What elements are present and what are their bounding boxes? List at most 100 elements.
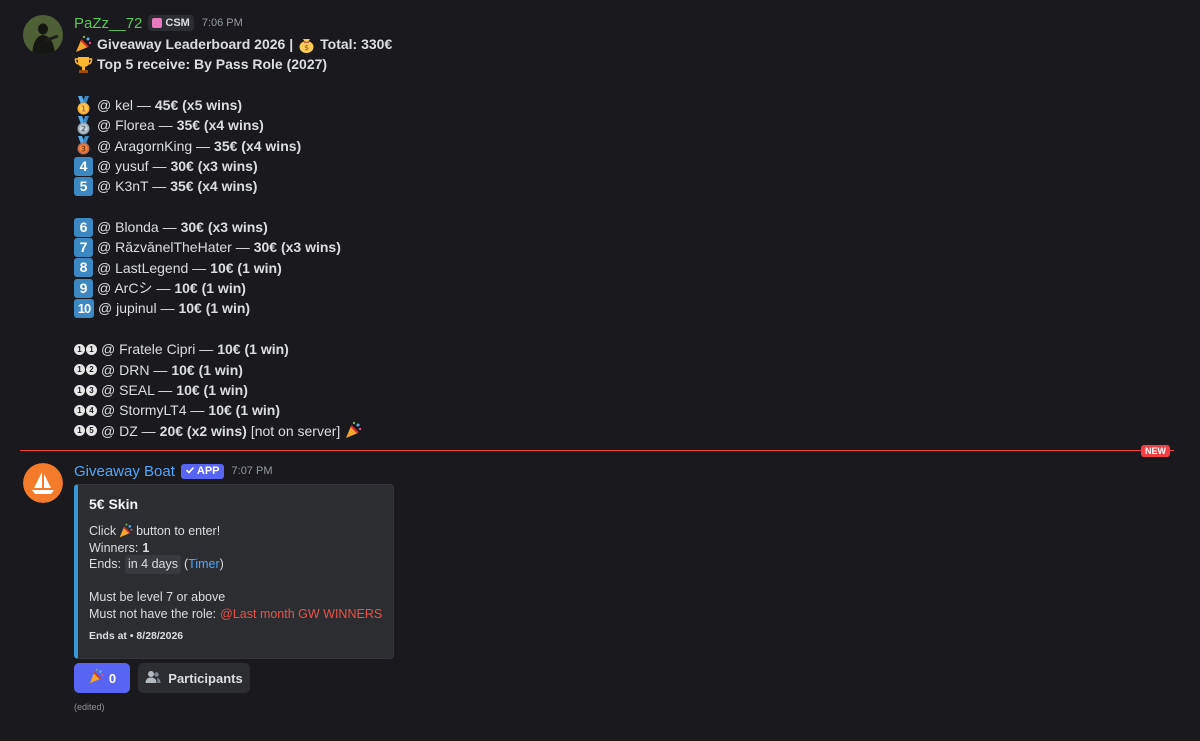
enter-giveaway-button[interactable]: 0 bbox=[74, 663, 130, 693]
username[interactable]: Giveaway Boat bbox=[74, 463, 175, 480]
circled-number-icon: 11 bbox=[74, 343, 97, 355]
paren-close: ) bbox=[219, 557, 224, 571]
list-item: 11 @ Fratele Cipri — 10€ (1 win) bbox=[74, 339, 1180, 359]
entry-name: @ yusuf — bbox=[97, 158, 167, 175]
click-text-suffix: button to enter! bbox=[136, 524, 221, 538]
keycap-icon: 6 bbox=[74, 217, 93, 237]
list-item: 7 @ RăzvănelTheHater — 30€ (x3 wins) bbox=[74, 237, 1180, 258]
ends-label: Ends: bbox=[89, 557, 121, 571]
entry-prize: 35€ (x4 wins) bbox=[214, 137, 302, 154]
entry-prize: 10€ (1 win) bbox=[174, 280, 246, 297]
total-amount: Total: 330€ bbox=[320, 36, 393, 52]
entry-name: @ Fratele Cipri — bbox=[101, 341, 214, 358]
username[interactable]: PaZz__72 bbox=[74, 15, 142, 32]
entry-name: @ Blonda — bbox=[97, 219, 177, 236]
app-tag-label: APP bbox=[196, 465, 220, 477]
silver-medal-icon: 2 bbox=[74, 116, 93, 135]
list-item: 14 @ StormyLT4 — 10€ (1 win) bbox=[74, 400, 1180, 420]
keycap-icon: 4 bbox=[74, 156, 93, 176]
list-item: 15 @ DZ — 20€ (x2 wins) [not on server] bbox=[74, 421, 1180, 441]
svg-text:2: 2 bbox=[81, 124, 86, 133]
circled-number-icon: 14 bbox=[74, 404, 97, 416]
timer-link[interactable]: Timer bbox=[188, 556, 219, 573]
entry-name: @ jupinul — bbox=[98, 300, 175, 317]
entry-name: @ DZ — bbox=[101, 422, 156, 439]
svg-text:1: 1 bbox=[81, 104, 86, 113]
role-mention[interactable]: @Last month GW WINNERS bbox=[220, 606, 382, 623]
bot-avatar[interactable] bbox=[23, 463, 63, 503]
server-tag[interactable]: CSM bbox=[148, 15, 194, 31]
participants-button[interactable]: Participants bbox=[138, 663, 250, 693]
entry-prize: 10€ (1 win) bbox=[171, 361, 243, 378]
timestamp[interactable]: 7:07 PM bbox=[232, 465, 273, 477]
entry-name: @ StormyLT4 — bbox=[101, 402, 205, 419]
button-row: 0 Participants bbox=[74, 663, 250, 693]
entry-prize: 45€ (x5 wins) bbox=[154, 97, 243, 114]
svg-text:$: $ bbox=[304, 44, 309, 52]
entry-prize: 30€ (x3 wins) bbox=[180, 219, 268, 236]
click-text: Click bbox=[89, 524, 117, 538]
entry-name: @ LastLegend — bbox=[97, 259, 207, 276]
top5-note: Top 5 receive: By Pass Role (2027) bbox=[97, 56, 328, 73]
circled-number-icon: 13 bbox=[74, 384, 97, 396]
gold-medal-icon: 1 bbox=[74, 95, 93, 115]
server-tag-label: CSM bbox=[165, 17, 190, 29]
winners-label: Winners: bbox=[89, 540, 139, 555]
entry-prize: 10€ (1 win) bbox=[210, 259, 282, 276]
entry-note: [not on server] bbox=[250, 422, 341, 439]
server-tag-icon bbox=[152, 18, 163, 28]
entry-prize: 20€ (x2 wins) bbox=[159, 422, 247, 439]
entry-name: @ RăzvănelTheHater — bbox=[97, 239, 250, 256]
users-icon bbox=[145, 670, 161, 687]
app-tag: APP bbox=[180, 463, 224, 479]
trophy-icon bbox=[74, 55, 93, 74]
keycap-icon: 5 bbox=[74, 177, 93, 197]
avatar[interactable] bbox=[23, 15, 63, 55]
embed-title: 5€ Skin bbox=[89, 496, 139, 512]
list-item: 3 @ AragornKing — 35€ (x4 wins) bbox=[74, 136, 1180, 156]
circled-number-icon: 12 bbox=[74, 364, 97, 376]
winners-value: 1 bbox=[142, 540, 150, 555]
list-item: 13 @ SEAL — 10€ (1 win) bbox=[74, 380, 1180, 400]
edited-indicator: (edited) bbox=[74, 702, 105, 712]
giveaway-embed: 5€ Skin Click button to enter! Winners: … bbox=[74, 484, 394, 659]
entry-prize: 30€ (x3 wins) bbox=[253, 239, 341, 256]
entry-prize: 35€ (x4 wins) bbox=[170, 178, 258, 195]
party-popper-icon bbox=[344, 421, 363, 440]
list-item: 8 @ LastLegend — 10€ (1 win) bbox=[74, 258, 1180, 278]
keycap-icon: 7 bbox=[74, 238, 93, 258]
message-body: Giveaway Leaderboard 2026 | $ Total: 330… bbox=[74, 34, 1180, 441]
entry-prize: 30€ (x3 wins) bbox=[170, 158, 258, 175]
party-popper-icon bbox=[88, 668, 105, 688]
money-bag-icon: $ bbox=[297, 35, 316, 54]
entry-name: @ DRN — bbox=[101, 361, 168, 378]
entry-prize: 10€ (1 win) bbox=[217, 341, 289, 358]
list-item: 2 @ Florea — 35€ (x4 wins) bbox=[74, 115, 1180, 135]
new-messages-divider bbox=[20, 450, 1174, 451]
party-popper-icon bbox=[74, 35, 93, 54]
embed-description: Click button to enter! Winners: 1 Ends: … bbox=[89, 523, 382, 623]
timestamp[interactable]: 7:06 PM bbox=[202, 17, 243, 29]
ends-timestamp[interactable]: in 4 days bbox=[124, 555, 181, 574]
embed-footer: Ends at • 8/28/2026 bbox=[89, 630, 184, 642]
entry-name: @ K3nT — bbox=[97, 178, 167, 195]
entry-name: @ SEAL — bbox=[101, 381, 173, 398]
party-popper-icon bbox=[118, 523, 134, 539]
leaderboard-title: Giveaway Leaderboard 2026 | bbox=[97, 36, 294, 52]
entry-name: @ Florea — bbox=[97, 117, 173, 134]
keycap-icon: 8 bbox=[74, 258, 93, 278]
entry-prize: 10€ (1 win) bbox=[208, 402, 281, 419]
list-item: 4 @ yusuf — 30€ (x3 wins) bbox=[74, 156, 1180, 176]
list-item: 10 @ jupinul — 10€ (1 win) bbox=[74, 298, 1180, 319]
entry-prize: 10€ (1 win) bbox=[178, 300, 251, 317]
entry-prize: 10€ (1 win) bbox=[176, 381, 248, 398]
list-item: 1 @ kel — 45€ (x5 wins) bbox=[74, 95, 1180, 115]
entry-name: @ ArCシ — bbox=[97, 280, 171, 297]
list-item: 5 @ K3nT — 35€ (x4 wins) bbox=[74, 176, 1180, 197]
level-requirement: Must be level 7 or above bbox=[89, 590, 226, 604]
entry-count: 0 bbox=[108, 670, 117, 686]
